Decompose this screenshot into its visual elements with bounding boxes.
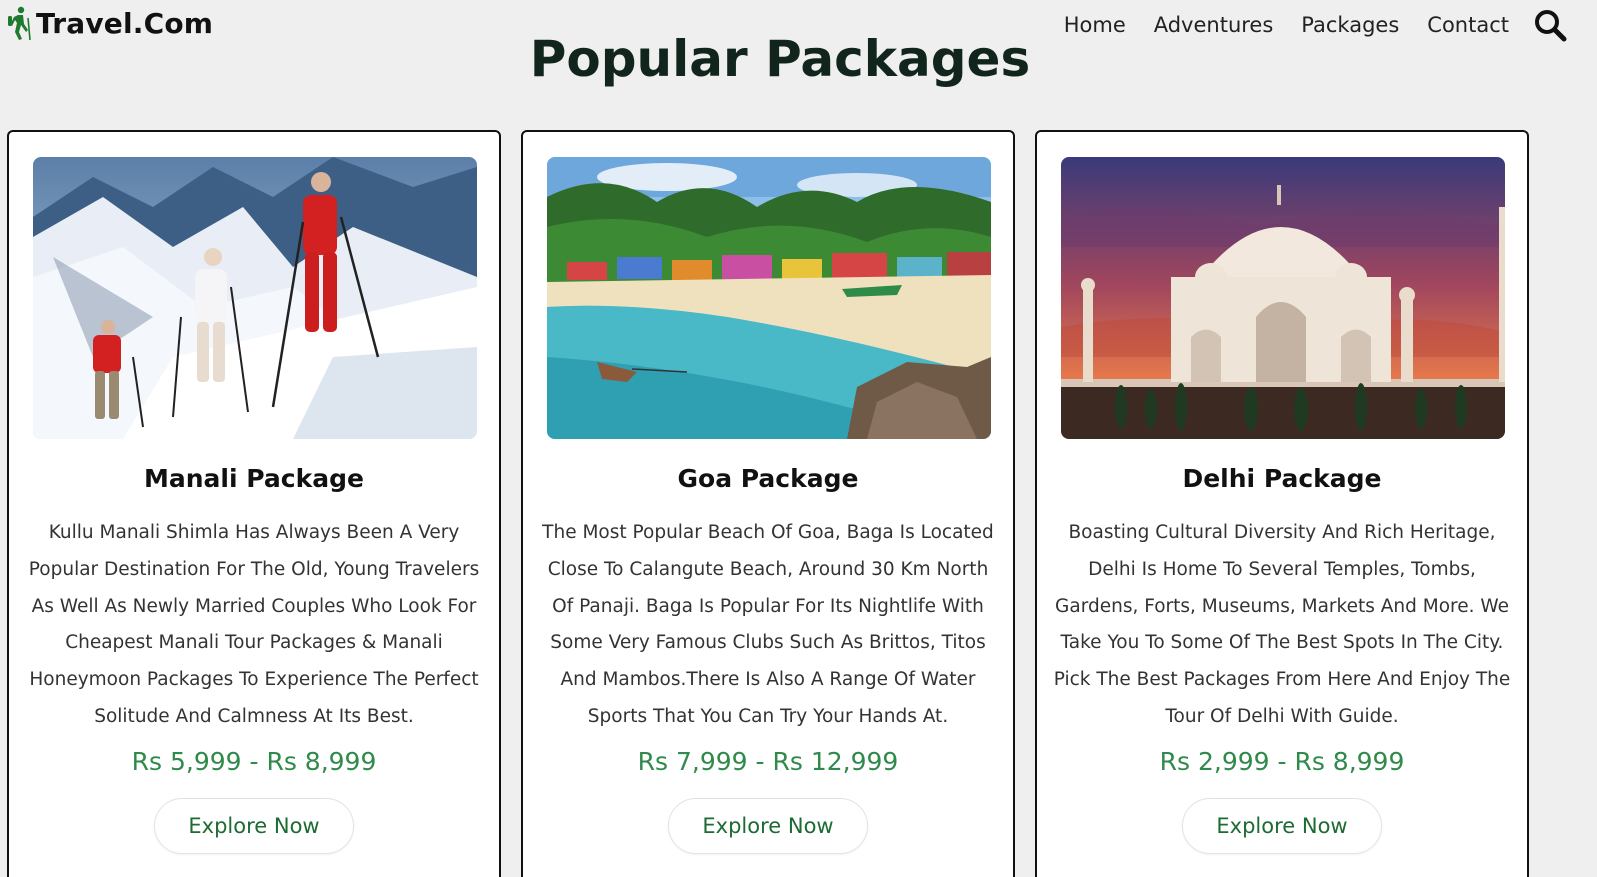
explore-now-button[interactable]: Explore Now [154,798,354,854]
package-card-manali: Manali Package Kullu Manali Shimla Has A… [7,130,501,877]
card-title: Manali Package [144,464,364,493]
goa-beach-palms-image [547,157,991,439]
section-title: Popular Packages [529,30,1031,88]
page: Travel.Com Home Adventures Packages Cont… [0,0,1597,877]
card-price: Rs 7,999 - Rs 12,999 [637,747,899,776]
card-title: Delhi Package [1182,464,1382,493]
card-description: Boasting Cultural Diversity And Rich Her… [1053,522,1511,727]
explore-now-button[interactable]: Explore Now [1182,798,1382,854]
card-title: Goa Package [677,464,859,493]
card-description: The Most Popular Beach Of Goa, Baga Is L… [542,522,994,727]
taj-mahal-sunset-image [1061,157,1505,439]
card-description: Kullu Manali Shimla Has Always Been A Ve… [28,522,480,727]
package-card-delhi: Delhi Package Boasting Cultural Diversit… [1035,130,1529,877]
snowy-mountain-skiers-image [33,157,477,439]
card-price: Rs 2,999 - Rs 8,999 [1159,747,1405,776]
explore-now-button[interactable]: Explore Now [668,798,868,854]
card-price: Rs 5,999 - Rs 8,999 [131,747,377,776]
package-card-goa: Goa Package The Most Popular Beach Of Go… [521,130,1015,877]
packages-grid: Manali Package Kullu Manali Shimla Has A… [7,130,1529,877]
